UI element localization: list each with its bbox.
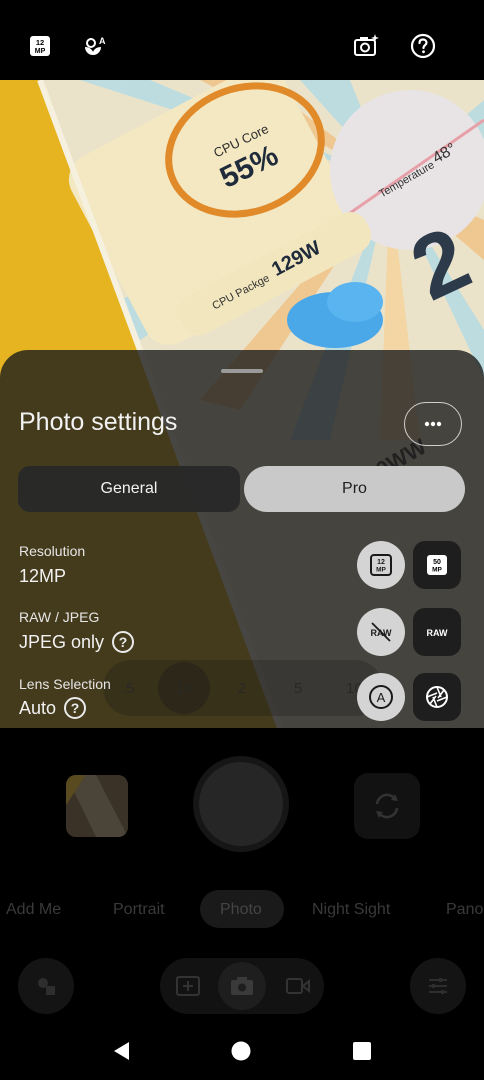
more-dots-icon	[424, 421, 442, 427]
switch-camera-button[interactable]	[354, 773, 420, 839]
svg-text:A: A	[377, 690, 386, 705]
raw-jpeg-help-icon[interactable]: ?	[112, 631, 135, 653]
shutter-button[interactable]	[199, 762, 283, 846]
aperture-icon	[426, 686, 448, 708]
raw-jpeg-value-text: JPEG only	[19, 631, 105, 652]
sheet-title: Photo settings	[19, 408, 178, 436]
sliders-icon	[429, 978, 447, 994]
raw-jpeg-label: RAW / JPEG	[19, 609, 100, 625]
motion-photo-button[interactable]	[172, 970, 204, 1002]
resolution-12mp-option[interactable]: 12 MP	[357, 541, 405, 589]
recents-icon[interactable]	[353, 1042, 371, 1060]
mode-portrait[interactable]: Portrait	[113, 901, 165, 919]
top-bar: 12 MP A	[0, 0, 484, 80]
megapixel-icon[interactable]: 12 MP	[24, 30, 56, 62]
svg-text:50: 50	[433, 559, 441, 566]
switch-camera-icon	[375, 793, 399, 819]
effects-button[interactable]	[18, 958, 74, 1014]
svg-text:MP: MP	[432, 567, 442, 574]
sheet-drag-handle[interactable]	[221, 369, 263, 373]
tab-general[interactable]: General	[18, 466, 240, 512]
gallery-thumbnail[interactable]	[66, 775, 128, 837]
svg-text:MP: MP	[376, 567, 386, 574]
resolution-value-text: 12MP	[19, 566, 67, 586]
resolution-50mp-option[interactable]: 50 MP	[413, 541, 461, 589]
photo-capture-type-button[interactable]	[218, 962, 266, 1010]
svg-text:MP: MP	[35, 48, 46, 55]
motion-photo-icon	[176, 976, 200, 996]
raw-on-option[interactable]: RAW	[413, 608, 461, 656]
home-icon[interactable]	[231, 1041, 251, 1061]
raw-off-icon: RAW	[371, 622, 392, 642]
mode-photo[interactable]: Photo	[220, 901, 262, 919]
raw-icon: RAW	[427, 628, 449, 638]
raw-off-option[interactable]: RAW	[357, 608, 405, 656]
svg-text:RAW: RAW	[427, 628, 449, 638]
tab-pro[interactable]: Pro	[244, 466, 465, 512]
lens-selection-label: Lens Selection	[19, 676, 111, 692]
mode-add-me[interactable]: Add Me	[6, 901, 61, 919]
svg-text:12: 12	[36, 38, 44, 47]
mode-night-sight[interactable]: Night Sight	[312, 901, 390, 919]
system-navigation-bar	[0, 1020, 484, 1080]
adjustments-button[interactable]	[410, 958, 466, 1014]
resolution-label: Resolution	[19, 543, 86, 559]
camera-settings-icon[interactable]	[350, 30, 382, 62]
auto-enhance-icon[interactable]: A	[77, 30, 109, 62]
lens-auto-option[interactable]: A	[357, 673, 405, 721]
back-icon[interactable]	[112, 1041, 132, 1061]
auto-lens-icon: A	[369, 685, 393, 709]
svg-text:A: A	[99, 36, 106, 46]
lens-selection-help-icon[interactable]: ?	[64, 697, 87, 719]
lens-selection-value: Auto ?	[19, 697, 87, 719]
camera-icon	[231, 977, 253, 995]
50mp-icon: 50 MP	[427, 555, 447, 575]
12mp-icon: 12 MP	[370, 554, 392, 576]
resolution-value: 12MP	[19, 566, 66, 587]
more-options-button[interactable]	[404, 402, 462, 446]
svg-text:12: 12	[377, 559, 385, 566]
lens-manual-option[interactable]	[413, 673, 461, 721]
help-icon[interactable]	[407, 30, 439, 62]
video-icon	[286, 978, 310, 994]
effects-icon	[38, 978, 55, 995]
video-capture-type-button[interactable]	[282, 970, 314, 1002]
raw-jpeg-value: JPEG only ?	[19, 631, 135, 653]
mode-pano[interactable]: Pano	[446, 901, 483, 919]
lens-selection-value-text: Auto	[19, 697, 57, 718]
